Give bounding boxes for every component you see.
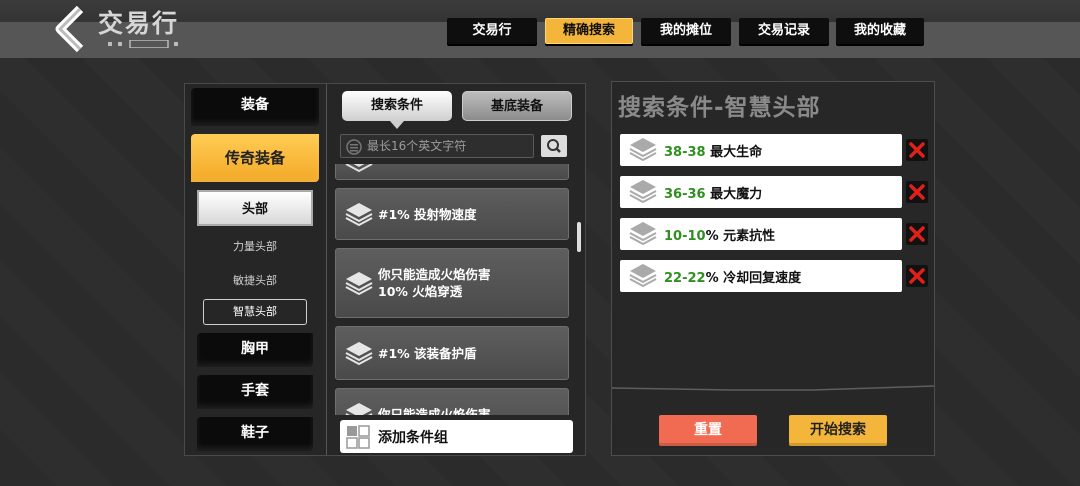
sub-agility-head[interactable]: 敏捷头部: [203, 272, 307, 288]
option-text: #1% 该装备护盾: [378, 346, 477, 361]
search-icon: [547, 139, 561, 153]
grid-icon: [346, 425, 370, 449]
tab-base-equipment[interactable]: 基底装备: [462, 91, 572, 121]
close-icon: [909, 226, 925, 242]
category-legendary[interactable]: 传奇装备: [191, 134, 319, 182]
page-title: 交易行: [98, 9, 180, 38]
list-item[interactable]: #1% 投射物速度: [335, 188, 569, 240]
condition-range: 10-10: [664, 229, 706, 244]
condition-label: 最大魔力: [705, 187, 763, 202]
layers-icon: [629, 264, 657, 288]
sub-wisdom-head[interactable]: 智慧头部: [203, 299, 307, 325]
category-chest[interactable]: 胸甲: [197, 333, 313, 367]
title-decoration: [108, 40, 178, 48]
option-line2: 10% 火焰穿透: [378, 284, 463, 299]
back-button[interactable]: [50, 5, 90, 53]
search-input[interactable]: [367, 137, 531, 155]
tab-favorites[interactable]: 我的收藏: [836, 18, 924, 44]
condition-label: 最大生命: [705, 145, 763, 160]
option-line1: 你只能造成火焰伤害: [378, 407, 491, 415]
add-condition-group-button[interactable]: 添加条件组: [340, 420, 573, 453]
category-gloves[interactable]: 手套: [197, 375, 313, 409]
layers-icon: [629, 222, 657, 246]
condition-options-list: #1% 投射物速度 你只能造成火焰伤害 10% 火焰穿透 #1% 该装备护盾 你…: [335, 164, 575, 415]
delete-condition-button[interactable]: [906, 265, 928, 287]
condition-label: % 元素抗性: [705, 229, 776, 244]
layers-icon: [629, 180, 657, 204]
option-text: #1% 投射物速度: [378, 207, 477, 222]
category-equipment[interactable]: 装备: [191, 88, 319, 126]
sub-strength-head[interactable]: 力量头部: [203, 238, 307, 254]
tab-trade-history[interactable]: 交易记录: [739, 18, 829, 44]
list-item[interactable]: #1% 该装备护盾: [335, 326, 569, 380]
category-boots[interactable]: 鞋子: [197, 417, 313, 451]
condition-row: 22-22% 冷却回复速度: [620, 260, 902, 292]
search-conditions-panel: 搜索条件-智慧头部 38-38 最大生命 36-36 最大魔力 10-10% 元…: [611, 81, 935, 456]
tab-precise-search[interactable]: 精确搜索: [545, 18, 633, 44]
reset-button[interactable]: 重置: [659, 415, 757, 446]
condition-row: 38-38 最大生命: [620, 134, 902, 166]
list-item[interactable]: 你只能造成火焰伤害 10% 火焰穿透: [335, 248, 569, 318]
list-icon: [346, 139, 362, 155]
option-line1: 你只能造成火焰伤害: [378, 267, 491, 282]
divider: [612, 385, 934, 391]
condition-range: 36-36: [664, 187, 706, 202]
close-icon: [909, 142, 925, 158]
add-condition-group-label: 添加条件组: [378, 430, 448, 446]
category-head[interactable]: 头部: [197, 190, 313, 226]
layers-icon: [345, 272, 373, 296]
delete-condition-button[interactable]: [906, 181, 928, 203]
scrollbar-thumb[interactable]: [577, 222, 581, 252]
start-search-button[interactable]: 开始搜索: [789, 415, 887, 446]
chevron-left-icon: [55, 5, 84, 53]
condition-label: % 冷却回复速度: [705, 271, 802, 286]
delete-condition-button[interactable]: [906, 139, 928, 161]
condition-row: 10-10% 元素抗性: [620, 218, 902, 250]
panel-title: 搜索条件-智慧头部: [618, 95, 821, 121]
delete-condition-button[interactable]: [906, 223, 928, 245]
search-field: [340, 134, 534, 158]
condition-range: 38-38: [664, 145, 706, 160]
condition-range: 22-22: [664, 271, 706, 286]
search-button[interactable]: [541, 135, 567, 157]
layers-icon: [345, 342, 373, 366]
list-item[interactable]: [335, 164, 569, 180]
layers-icon: [345, 164, 373, 173]
tab-trade[interactable]: 交易行: [447, 18, 537, 44]
category-column: 装备 传奇装备 头部 力量头部 敏捷头部 智慧头部 胸甲 手套 鞋子: [185, 84, 327, 455]
list-item[interactable]: 你只能造成火焰伤害: [335, 388, 569, 415]
condition-row: 36-36 最大魔力: [620, 176, 902, 208]
tab-my-stall[interactable]: 我的摊位: [641, 18, 731, 44]
tab-search-conditions[interactable]: 搜索条件: [342, 91, 452, 129]
layers-icon: [345, 403, 373, 415]
close-icon: [909, 268, 925, 284]
layers-icon: [345, 203, 373, 227]
layers-icon: [629, 138, 657, 162]
filter-panel: 装备 传奇装备 头部 力量头部 敏捷头部 智慧头部 胸甲 手套 鞋子 搜索条件 …: [184, 83, 586, 456]
close-icon: [909, 184, 925, 200]
